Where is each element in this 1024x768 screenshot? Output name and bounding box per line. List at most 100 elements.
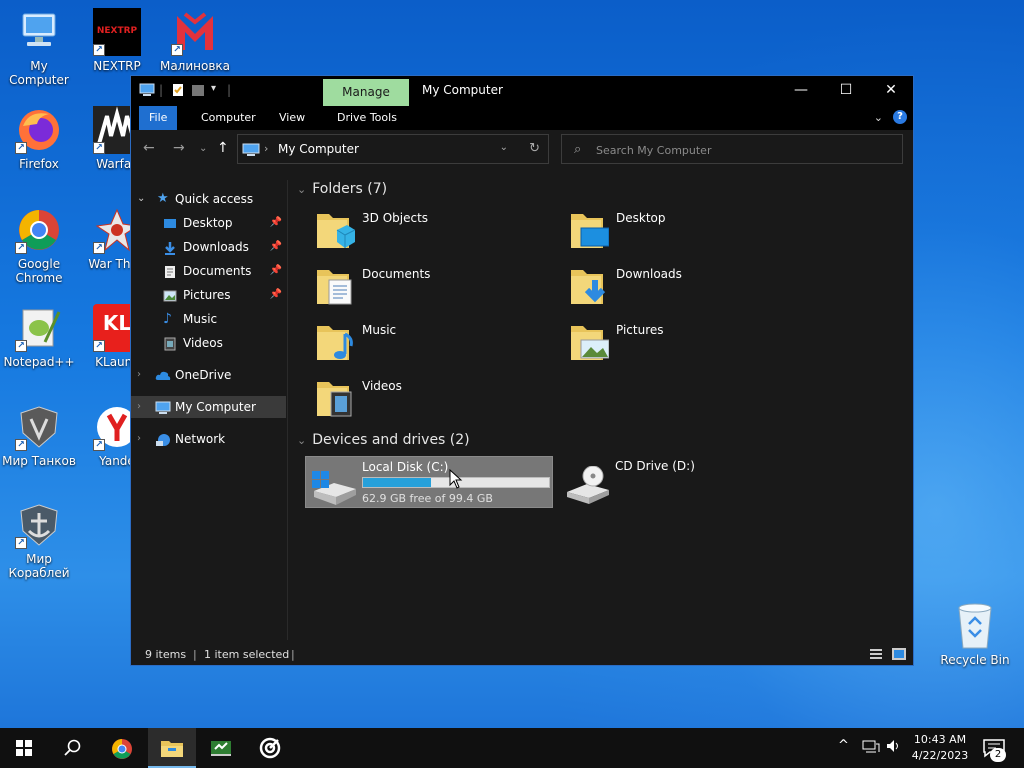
- tab-file[interactable]: File: [139, 106, 178, 130]
- search-box[interactable]: ⌕: [561, 134, 903, 164]
- chevron-right-icon[interactable]: ›: [137, 364, 141, 386]
- drive-cd-d[interactable]: CD Drive (D:): [559, 456, 759, 508]
- manage-context-tab[interactable]: Manage: [323, 79, 409, 106]
- pin-icon[interactable]: 📌: [270, 212, 282, 234]
- chevron-down-icon[interactable]: ⌄: [297, 434, 306, 447]
- folder-downloads[interactable]: Downloads: [543, 260, 793, 310]
- details-view-icon[interactable]: [869, 647, 883, 664]
- back-arrow-icon[interactable]: ←: [143, 140, 155, 156]
- music-folder-icon: [315, 320, 355, 362]
- folder-music[interactable]: Music: [289, 316, 539, 366]
- pin-icon[interactable]: 📌: [270, 236, 282, 258]
- new-folder-icon[interactable]: [191, 83, 205, 97]
- firefox-icon: ↗: [15, 106, 63, 154]
- search-input[interactable]: [596, 141, 886, 159]
- desktop-folder-icon: [569, 208, 610, 250]
- drive-local-disk-c[interactable]: Local Disk (C:) 62.9 GB free of 99.4 GB: [305, 456, 553, 508]
- system-clock[interactable]: 10:43 AM 4/22/2023: [906, 732, 974, 764]
- desktop-icon-mir-korabley[interactable]: ↗ Мир Кораблей: [0, 501, 78, 580]
- clock-date: 4/22/2023: [911, 749, 969, 762]
- breadcrumb-chevron-icon[interactable]: ›: [264, 142, 268, 155]
- volume-tray-icon[interactable]: [886, 738, 902, 758]
- chevron-right-icon[interactable]: ›: [137, 396, 141, 418]
- address-dropdown-icon[interactable]: ⌄: [500, 142, 508, 153]
- desktop-icon-malinovka[interactable]: ↗ Малиновка: [156, 8, 234, 73]
- desktop-icon-label: Малиновка: [159, 59, 231, 73]
- address-location[interactable]: My Computer: [278, 142, 359, 156]
- sidebar-item-downloads[interactable]: Downloads 📌: [131, 236, 286, 258]
- window-title: My Computer: [422, 83, 503, 97]
- downloads-folder-icon: [569, 264, 609, 306]
- status-divider: |: [291, 648, 295, 661]
- tab-view[interactable]: View: [269, 106, 315, 130]
- tab-drive-tools[interactable]: Drive Tools: [327, 106, 407, 130]
- title-bar[interactable]: | ▾ | Manage My Computer — ☐ ✕: [131, 76, 913, 106]
- group-header-label: Devices and drives (2): [312, 432, 470, 448]
- sidebar-item-network[interactable]: › Network: [131, 428, 286, 450]
- sidebar-item-desktop[interactable]: Desktop 📌: [131, 212, 286, 234]
- help-icon[interactable]: ?: [893, 110, 907, 124]
- desktop-icon-recycle-bin[interactable]: Recycle Bin: [938, 600, 1012, 667]
- refresh-icon[interactable]: ↻: [529, 141, 540, 156]
- sidebar-item-label: Quick access: [175, 192, 254, 206]
- pin-icon[interactable]: 📌: [270, 260, 282, 282]
- file-explorer-icon: [161, 741, 183, 757]
- status-divider: |: [193, 648, 197, 661]
- folder-documents[interactable]: Documents: [289, 260, 539, 310]
- desktop-icon-firefox[interactable]: ↗ Firefox: [0, 106, 78, 171]
- close-button[interactable]: ✕: [868, 76, 914, 106]
- content-pane: ⌄ Folders (7) 3D Objects Desktop Document…: [289, 180, 913, 640]
- large-icons-view-icon[interactable]: [891, 647, 907, 664]
- recent-locations-chevron-icon[interactable]: ⌄: [199, 143, 207, 154]
- address-bar[interactable]: › My Computer ⌄ ↻: [237, 134, 549, 164]
- desktop-icon-google-chrome[interactable]: ↗ Google Chrome: [0, 206, 78, 285]
- properties-icon[interactable]: [171, 83, 185, 97]
- minimize-button[interactable]: —: [778, 76, 824, 106]
- desktop-icon-label: My Computer: [9, 59, 69, 87]
- sidebar-item-my-computer[interactable]: › My Computer: [131, 396, 286, 418]
- folder-name: Documents: [362, 267, 431, 281]
- folder-3d-objects[interactable]: 3D Objects: [289, 204, 539, 254]
- sidebar-item-onedrive[interactable]: › OneDrive: [131, 364, 286, 386]
- desktop-icon-nextrp[interactable]: NEXTRP ↗ NEXTRP: [78, 8, 156, 73]
- show-hidden-icons-chevron-icon[interactable]: ^: [838, 738, 849, 753]
- taskbar-file-explorer[interactable]: [148, 728, 196, 768]
- up-arrow-icon[interactable]: ↑: [217, 140, 229, 156]
- folder-name: Downloads: [616, 267, 682, 281]
- status-bar: 9 items | 1 item selected |: [131, 644, 913, 666]
- navigation-bar: ← → ⌄ ↑ › My Computer ⌄ ↻ ⌕: [131, 130, 913, 168]
- taskbar-app-ring[interactable]: [246, 728, 294, 768]
- sidebar-item-pictures[interactable]: Pictures 📌: [131, 284, 286, 306]
- desktop-icon-notepad-plus-plus[interactable]: ↗ Notepad++: [0, 304, 78, 369]
- search-button[interactable]: [48, 728, 96, 768]
- chevron-down-icon[interactable]: ⌄: [137, 188, 145, 210]
- expand-ribbon-icon[interactable]: ⌄: [874, 111, 883, 124]
- maximize-button[interactable]: ☐: [823, 76, 869, 106]
- explorer-window: | ▾ | Manage My Computer — ☐ ✕ File Comp…: [130, 75, 914, 666]
- folders-group-header[interactable]: ⌄ Folders (7): [297, 181, 387, 197]
- customize-toolbar-icon[interactable]: ▾: [211, 83, 221, 97]
- toolbar-divider: |: [159, 83, 164, 97]
- chevron-down-icon[interactable]: ⌄: [297, 183, 306, 196]
- folder-pictures[interactable]: Pictures: [543, 316, 793, 366]
- taskbar-chrome[interactable]: [98, 728, 146, 768]
- start-button[interactable]: [0, 728, 48, 768]
- tab-computer[interactable]: Computer: [191, 106, 266, 130]
- forward-arrow-icon[interactable]: →: [173, 140, 185, 156]
- chevron-right-icon[interactable]: ›: [137, 428, 141, 450]
- desktop-icon-my-computer[interactable]: My Computer: [0, 8, 78, 87]
- hard-drive-icon: [310, 467, 358, 505]
- devices-group-header[interactable]: ⌄ Devices and drives (2): [297, 432, 470, 448]
- sidebar-item-videos[interactable]: Videos: [131, 332, 286, 354]
- taskbar-app[interactable]: [196, 728, 244, 768]
- sidebar-item-music[interactable]: ♪ Music: [131, 308, 286, 330]
- sidebar-item-documents[interactable]: Documents 📌: [131, 260, 286, 282]
- computer-icon[interactable]: [139, 83, 155, 97]
- sidebar-item-quick-access[interactable]: ⌄ ★ Quick access: [131, 188, 286, 210]
- documents-icon: [163, 264, 177, 278]
- pin-icon[interactable]: 📌: [270, 284, 282, 306]
- desktop-icon-mir-tankov[interactable]: ↗ Мир Танков: [0, 403, 78, 468]
- folder-videos[interactable]: Videos: [289, 372, 539, 422]
- network-tray-icon[interactable]: [862, 739, 880, 759]
- folder-desktop[interactable]: Desktop: [543, 204, 793, 254]
